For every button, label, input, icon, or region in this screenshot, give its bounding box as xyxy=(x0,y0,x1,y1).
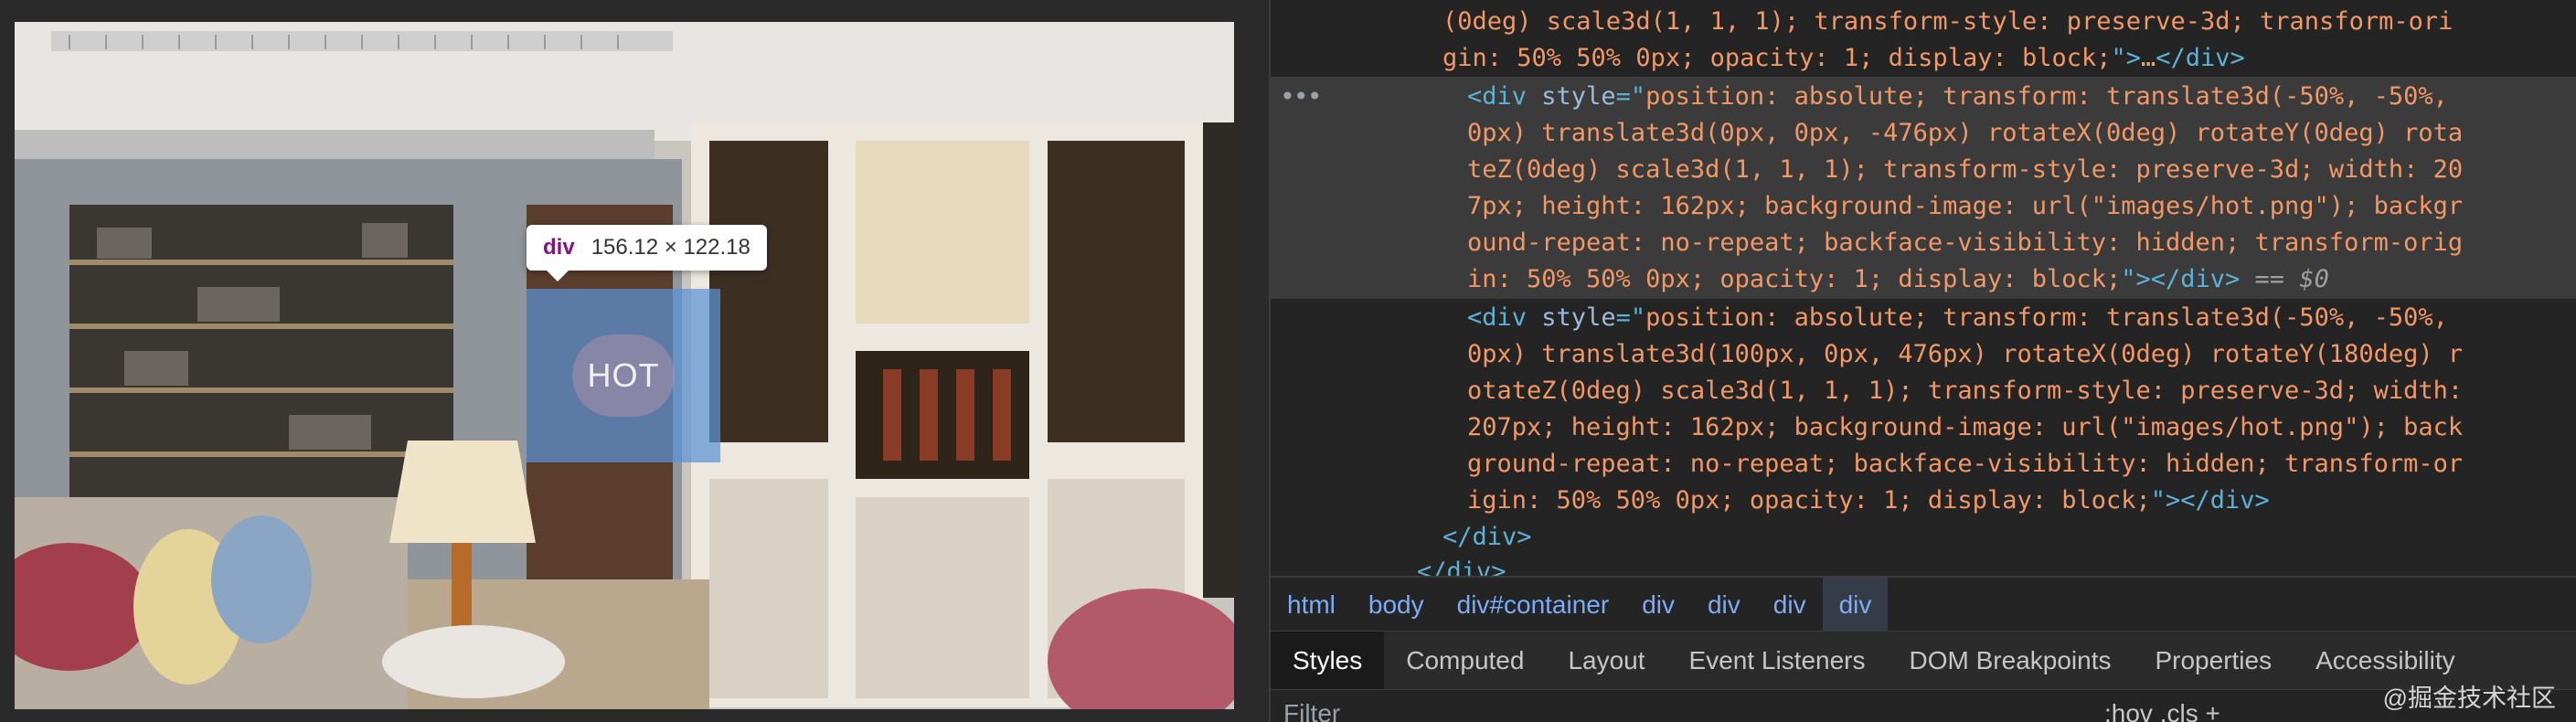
styles-filter-input[interactable]: Filter xyxy=(1283,699,1340,722)
room-scene-image: HOT div 156.12 × 122.18 xyxy=(15,22,1234,709)
breadcrumb-item-div[interactable]: div xyxy=(1625,578,1691,632)
dom-line: teZ(0deg) scale3d(1, 1, 1); transform-st… xyxy=(1467,155,2464,184)
element-inspector-tooltip: div 156.12 × 122.18 xyxy=(527,225,767,281)
dom-line: 7px; height: 162px; background-image: ur… xyxy=(1467,192,2464,220)
dom-line: ground-repeat: no-repeat; backface-visib… xyxy=(1467,450,2464,478)
dom-line: 0px) translate3d(100px, 0px, 476px) rota… xyxy=(1467,340,2464,368)
dom-line: (0deg) scale3d(1, 1, 1); transform-style… xyxy=(1442,7,2454,36)
tab-properties[interactable]: Properties xyxy=(2133,632,2294,690)
devtools-subtabs: Styles Computed Layout Event Listeners D… xyxy=(1271,631,2576,690)
breadcrumb-item-selected[interactable]: div xyxy=(1822,578,1889,632)
tab-dom-breakpoints[interactable]: DOM Breakpoints xyxy=(1888,632,2134,690)
dom-line: gin: 50% 50% 0px; opacity: 1; display: b… xyxy=(1442,44,2245,72)
hot-element-highlight[interactable]: HOT xyxy=(527,289,720,462)
dom-line: in: 50% 50% 0px; opacity: 1; display: bl… xyxy=(1467,265,2329,293)
tooltip-dimensions: 156.12 × 122.18 xyxy=(591,235,750,260)
selected-dom-node[interactable]: <div style="position: absolute; transfor… xyxy=(1467,79,2448,116)
breadcrumb-item-html[interactable]: html xyxy=(1271,578,1352,632)
dom-closing-tag: </div> xyxy=(1442,523,1532,551)
breadcrumb-item-body[interactable]: body xyxy=(1352,578,1441,632)
dom-line: igin: 50% 50% 0px; opacity: 1; display: … xyxy=(1467,486,2270,515)
tab-computed[interactable]: Computed xyxy=(1384,632,1546,690)
tab-styles[interactable]: Styles xyxy=(1271,632,1385,690)
tooltip-tag-name: div xyxy=(543,235,575,260)
dom-line: otateZ(0deg) scale3d(1, 1, 1); transform… xyxy=(1467,377,2464,405)
page-viewport: HOT div 156.12 × 122.18 xyxy=(0,0,1269,722)
dom-closing-tag: </div> xyxy=(1417,557,1506,576)
breadcrumb-item-container[interactable]: div#container xyxy=(1441,578,1626,632)
hot-label: HOT xyxy=(587,356,660,394)
breadcrumb-item-div[interactable]: div xyxy=(1691,578,1757,632)
hov-cls-toggles[interactable]: :hov .cls + xyxy=(2104,699,2220,722)
breadcrumb-item-div[interactable]: div xyxy=(1757,578,1823,632)
dom-line: 207px; height: 162px; background-image: … xyxy=(1467,413,2464,441)
hot-badge: HOT xyxy=(572,334,675,417)
dom-breadcrumb: html body div#container div div div div xyxy=(1271,576,2576,632)
elements-dom-tree[interactable]: ••• (0deg) scale3d(1, 1, 1); transform-s… xyxy=(1271,0,2576,576)
node-actions-ellipsis-icon[interactable]: ••• xyxy=(1280,79,1323,116)
tab-event-listeners[interactable]: Event Listeners xyxy=(1667,632,1888,690)
dom-node[interactable]: <div style="position: absolute; transfor… xyxy=(1467,300,2448,337)
styles-filter-row: Filter :hov .cls + xyxy=(1271,689,2576,722)
tab-layout[interactable]: Layout xyxy=(1546,632,1666,690)
dom-line: ound-repeat: no-repeat; backface-visibil… xyxy=(1467,228,2464,257)
dom-line: 0px) translate3d(0px, 0px, -476px) rotat… xyxy=(1467,119,2464,147)
devtools-panel: ••• (0deg) scale3d(1, 1, 1); transform-s… xyxy=(1271,0,2576,722)
watermark-text: @掘金技术社区 xyxy=(2382,685,2556,712)
